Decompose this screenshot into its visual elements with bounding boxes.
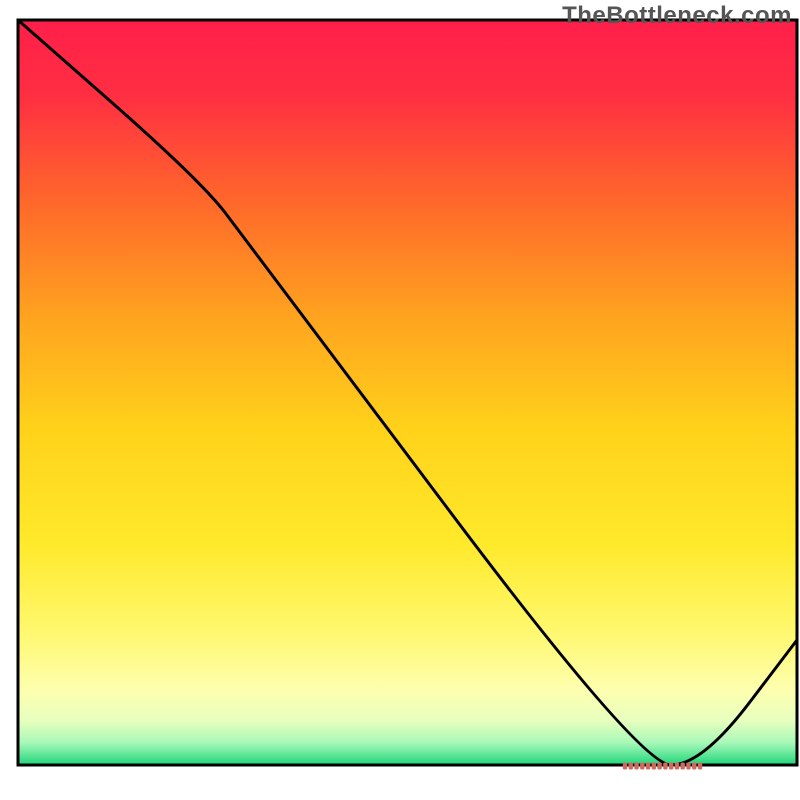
watermark-label: TheBottleneck.com (562, 2, 792, 30)
optimal-marker (652, 763, 656, 770)
optimal-marker (698, 763, 702, 770)
optimal-marker (623, 763, 627, 770)
optimal-marker (640, 763, 644, 770)
optimal-marker (680, 763, 684, 770)
optimal-marker (669, 763, 673, 770)
optimal-marker (657, 763, 661, 770)
optimal-marker (675, 763, 679, 770)
optimal-marker (629, 763, 633, 770)
optimal-marker (646, 763, 650, 770)
optimal-marker (634, 763, 638, 770)
chart-background (18, 20, 797, 765)
optimal-marker (663, 763, 667, 770)
bottleneck-chart (0, 0, 800, 800)
optimal-marker (686, 763, 690, 770)
optimal-marker (692, 763, 696, 770)
